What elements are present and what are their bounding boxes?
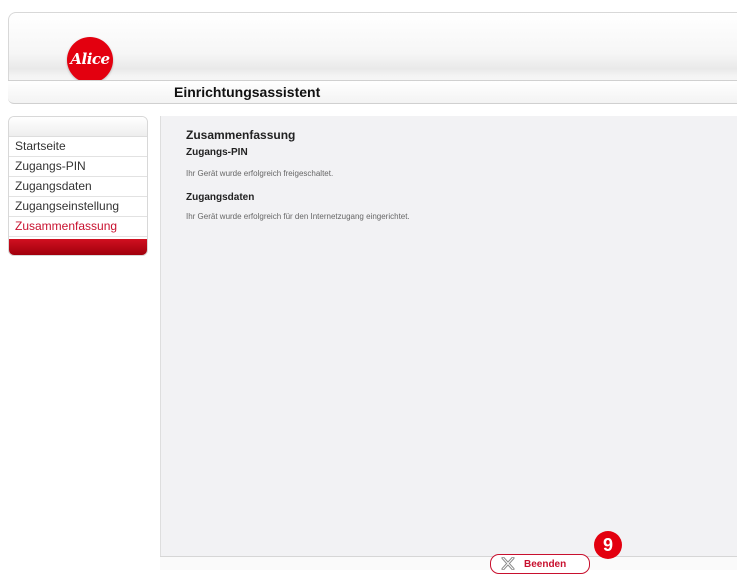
step-number-badge: 9: [594, 531, 622, 559]
sidebar-item-zugangs-pin[interactable]: Zugangs-PIN: [9, 157, 147, 177]
sidebar-bottom-bar: [9, 239, 147, 255]
sidebar-nav: Startseite Zugangs-PIN Zugangsdaten Zuga…: [8, 116, 148, 256]
section-title: Zusammenfassung: [186, 128, 296, 142]
content-panel: Zusammenfassung Zugangs-PIN Ihr Gerät wu…: [160, 116, 737, 556]
sidebar-item-startseite[interactable]: Startseite: [9, 137, 147, 157]
end-button-label: Beenden: [524, 559, 567, 570]
section-text-zugangsdaten: Ihr Gerät wurde erfolgreich für den Inte…: [186, 212, 410, 221]
section-heading-zugangs-pin: Zugangs-PIN: [186, 147, 248, 158]
section-heading-zugangsdaten: Zugangsdaten: [186, 192, 255, 203]
page-title: Einrichtungsassistent: [174, 84, 321, 100]
close-x-icon: [501, 556, 515, 571]
logo-text: Alice: [70, 50, 110, 68]
sidebar-top-cap: [9, 117, 147, 137]
sidebar-item-zugangseinstellung[interactable]: Zugangseinstellung: [9, 197, 147, 217]
title-bar: Einrichtungsassistent: [8, 80, 737, 104]
sidebar-item-zugangsdaten[interactable]: Zugangsdaten: [9, 177, 147, 197]
section-text-zugangs-pin: Ihr Gerät wurde erfolgreich freigeschalt…: [186, 169, 334, 178]
sidebar-item-zusammenfassung[interactable]: Zusammenfassung: [9, 217, 147, 237]
alice-logo: Alice: [67, 37, 113, 83]
end-button[interactable]: Beenden: [490, 554, 590, 574]
